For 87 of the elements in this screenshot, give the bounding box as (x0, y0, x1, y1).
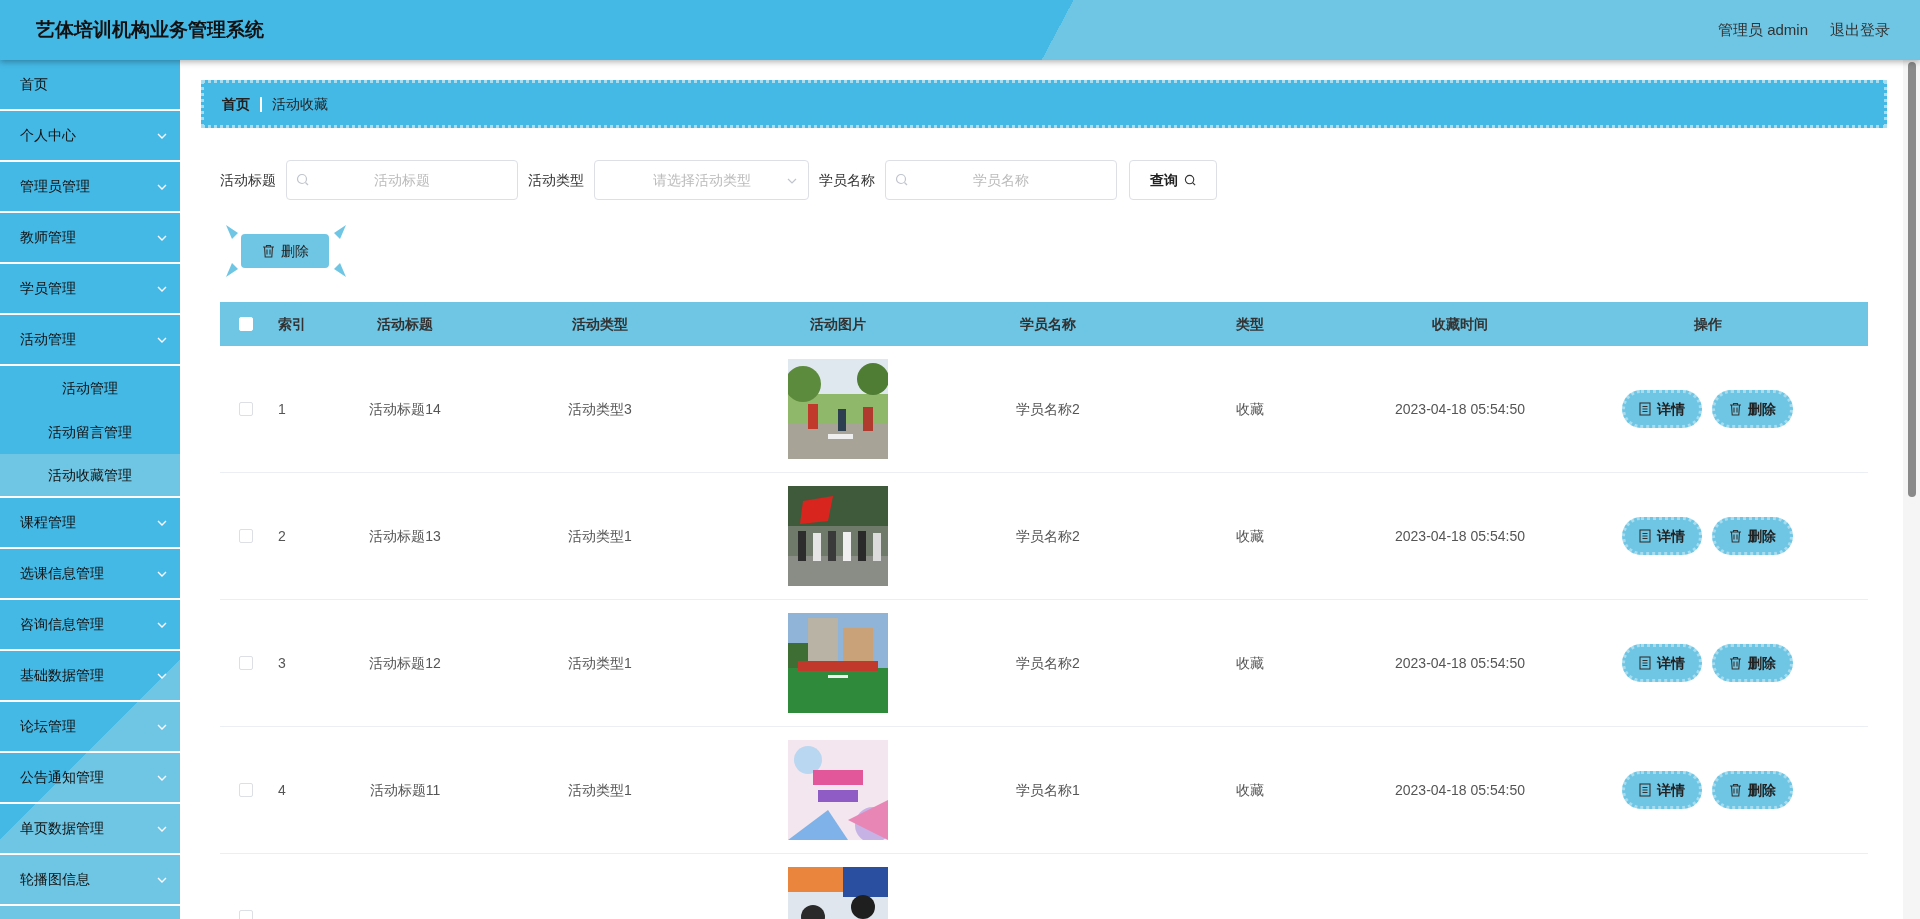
column-header: 类型 (1236, 315, 1264, 332)
table-cell: 收藏 (1236, 654, 1264, 671)
sidebar-item[interactable]: 轮播图信息 (0, 855, 180, 906)
table-cell: 收藏 (1236, 781, 1264, 798)
column-header: 活动类型 (572, 315, 628, 332)
select-all-checkbox[interactable] (239, 317, 253, 331)
sidebar-item[interactable]: 教师管理 (0, 213, 180, 264)
table-cell: 2023-04-18 05:54:50 (1395, 654, 1525, 671)
delete-button[interactable]: 删除 (1712, 644, 1793, 682)
trash-icon (261, 244, 275, 258)
breadcrumb-item[interactable]: 活动收藏 (272, 93, 328, 115)
document-icon (1639, 529, 1651, 543)
column-header: 活动标题 (377, 315, 433, 332)
delete-button[interactable]: 删除 (1712, 390, 1793, 428)
delete-button[interactable]: 删除 (241, 234, 329, 268)
sidebar-item[interactable]: 首页 (0, 60, 180, 111)
search-field[interactable]: 学员名称 (885, 160, 1117, 200)
sidebar-item[interactable]: 管理员管理 (0, 162, 180, 213)
table-cell: 3 (278, 654, 286, 671)
search-icon (1183, 173, 1197, 187)
column-header: 收藏时间 (1432, 315, 1488, 332)
scrollbar[interactable] (1903, 60, 1920, 919)
trash-icon (1729, 529, 1742, 543)
table-cell: 学员名称2 (1016, 400, 1080, 417)
column-header: 操作 (1693, 315, 1722, 332)
sidebar-item[interactable]: 咨询信息管理 (0, 600, 180, 651)
filter-label: 活动类型 (528, 170, 584, 190)
row-checkbox[interactable] (239, 402, 253, 416)
table-cell: 活动类型1 (568, 654, 632, 671)
delete-button[interactable]: 删除 (1712, 771, 1793, 809)
trash-icon (1729, 783, 1742, 797)
details-button[interactable]: 详情 (1622, 390, 1702, 428)
sidebar-item[interactable]: 基础数据管理 (0, 651, 180, 702)
sidebar-item[interactable]: 论坛管理 (0, 702, 180, 753)
sidebar-item[interactable]: 课程管理 (0, 498, 180, 549)
details-button[interactable]: 详情 (1622, 644, 1702, 682)
table-cell: 活动标题11 (369, 781, 441, 798)
document-icon (1639, 656, 1651, 670)
submenu-item[interactable]: 活动收藏管理 (0, 454, 180, 498)
filter-label: 学员名称 (819, 170, 875, 190)
column-header: 活动图片 (810, 315, 866, 332)
submenu-item[interactable]: 活动留言管理 (0, 410, 180, 454)
logout-link[interactable]: 退出登录 (1830, 18, 1890, 42)
table-cell: 收藏 (1236, 400, 1264, 417)
table-cell: 活动类型3 (568, 400, 632, 417)
row-checkbox[interactable] (239, 783, 253, 797)
sidebar-item[interactable]: 单页数据管理 (0, 804, 180, 855)
search-icon (296, 173, 310, 187)
table-cell: 2023-04-18 05:54:50 (1395, 400, 1525, 417)
table-cell: 学员名称1 (1016, 781, 1080, 798)
filter-label: 活动标题 (220, 170, 276, 190)
trash-icon (1729, 656, 1742, 670)
table-cell: 4 (278, 781, 286, 798)
breadcrumb-item[interactable]: 首页 (222, 93, 250, 115)
table-cell: 活动类型1 (568, 781, 632, 798)
table-cell: 收藏 (1236, 527, 1264, 544)
table-cell: 活动类型1 (568, 527, 632, 544)
row-checkbox[interactable] (239, 656, 253, 670)
table-cell: 活动标题13 (369, 527, 441, 544)
app-title: 艺体培训机构业务管理系统 (36, 17, 264, 42)
table-cell: 2 (278, 527, 286, 544)
query-button[interactable]: 查询 (1129, 160, 1217, 200)
details-button[interactable]: 详情 (1622, 517, 1702, 555)
sidebar-item[interactable]: 公告通知管理 (0, 753, 180, 804)
admin-label: 管理员 admin (1717, 19, 1808, 40)
sidebar-item[interactable]: 个人中心 (0, 111, 180, 162)
table-cell: 活动标题12 (369, 654, 441, 671)
trash-icon (1729, 402, 1742, 416)
column-header: 索引 (278, 315, 306, 332)
sidebar-item[interactable]: 学员管理 (0, 264, 180, 315)
details-button[interactable]: 详情 (1622, 771, 1702, 809)
submenu-item[interactable]: 活动管理 (0, 366, 180, 410)
table-cell: 学员名称2 (1016, 527, 1080, 544)
search-icon (895, 173, 909, 187)
delete-button[interactable]: 删除 (1712, 517, 1793, 555)
document-icon (1639, 783, 1651, 797)
table-cell: 2023-04-18 05:54:50 (1395, 781, 1525, 798)
search-field[interactable]: 活动标题 (286, 160, 518, 200)
document-icon (1639, 402, 1651, 416)
table-cell: 活动标题14 (369, 400, 441, 417)
table-cell: 1 (278, 400, 286, 417)
sidebar-item[interactable]: 活动管理 (0, 315, 180, 366)
row-checkbox[interactable] (239, 529, 253, 543)
column-header: 学员名称 (1020, 315, 1076, 332)
sidebar-item[interactable]: 选课信息管理 (0, 549, 180, 600)
table-cell: 学员名称2 (1016, 654, 1080, 671)
table-cell: 2023-04-18 05:54:50 (1395, 527, 1525, 544)
